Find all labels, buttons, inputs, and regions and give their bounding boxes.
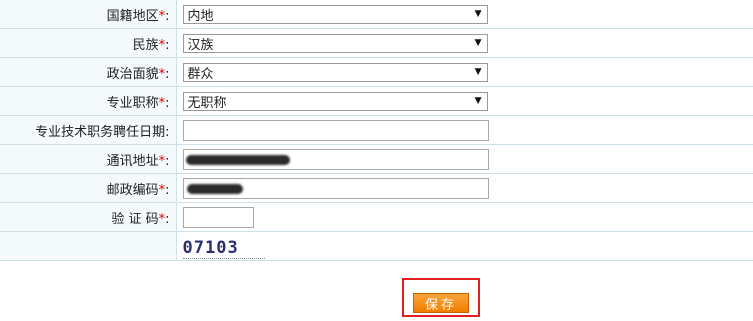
form-row-postal-code: 邮政编码*:: [0, 173, 753, 203]
form-row-ethnicity: 民族*: 汉族 ▼: [0, 28, 753, 58]
field-label: 验 证 码*:: [0, 202, 177, 232]
form-row-captcha: 验 证 码*:: [0, 202, 753, 232]
dropdown-arrow-icon: ▼: [474, 37, 482, 48]
redacted-text: [186, 183, 243, 194]
political-status-select[interactable]: 群众 ▼: [182, 62, 488, 82]
captcha-input[interactable]: [182, 206, 254, 228]
form-row-professional-title: 专业职称*: 无职称 ▼: [0, 86, 753, 116]
nationality-select[interactable]: 内地 ▼: [182, 4, 488, 24]
field-label: 邮政编码*:: [0, 173, 177, 203]
field-label: 通讯地址*:: [0, 144, 177, 174]
field-label: 专业技术职务聘任日期:: [0, 115, 177, 145]
professional-title-select[interactable]: 无职称 ▼: [182, 91, 488, 111]
form-row-political-status: 政治面貌*: 群众 ▼: [0, 57, 753, 87]
form-row-nationality: 国籍地区*: 内地 ▼: [0, 0, 753, 29]
dropdown-arrow-icon: ▼: [474, 95, 482, 106]
field-label: 专业职称*:: [0, 86, 177, 116]
field-label: 政治面貌*:: [0, 57, 177, 87]
form-row-address: 通讯地址*:: [0, 144, 753, 174]
dropdown-arrow-icon: ▼: [474, 66, 482, 77]
captcha-image[interactable]: 07103: [182, 238, 265, 259]
form-row-appointment-date: 专业技术职务聘任日期:: [0, 115, 753, 145]
ethnicity-select[interactable]: 汉族 ▼: [182, 33, 488, 53]
field-label: 民族*:: [0, 28, 177, 58]
field-label: 国籍地区*:: [0, 0, 177, 29]
registration-form-table: 国籍地区*: 内地 ▼ 民族*: 汉族 ▼ 政治面貌*: 群众 ▼ 专业职称*:: [0, 0, 753, 261]
postal-code-input[interactable]: [182, 177, 489, 199]
address-input[interactable]: [182, 148, 489, 170]
appointment-date-input[interactable]: [182, 119, 489, 141]
dropdown-arrow-icon: ▼: [474, 8, 482, 19]
redacted-text: [185, 154, 290, 165]
save-button[interactable]: 保存: [413, 293, 469, 313]
form-row-captcha-image: 07103: [0, 231, 753, 261]
save-highlight-box: 保存: [402, 278, 480, 317]
